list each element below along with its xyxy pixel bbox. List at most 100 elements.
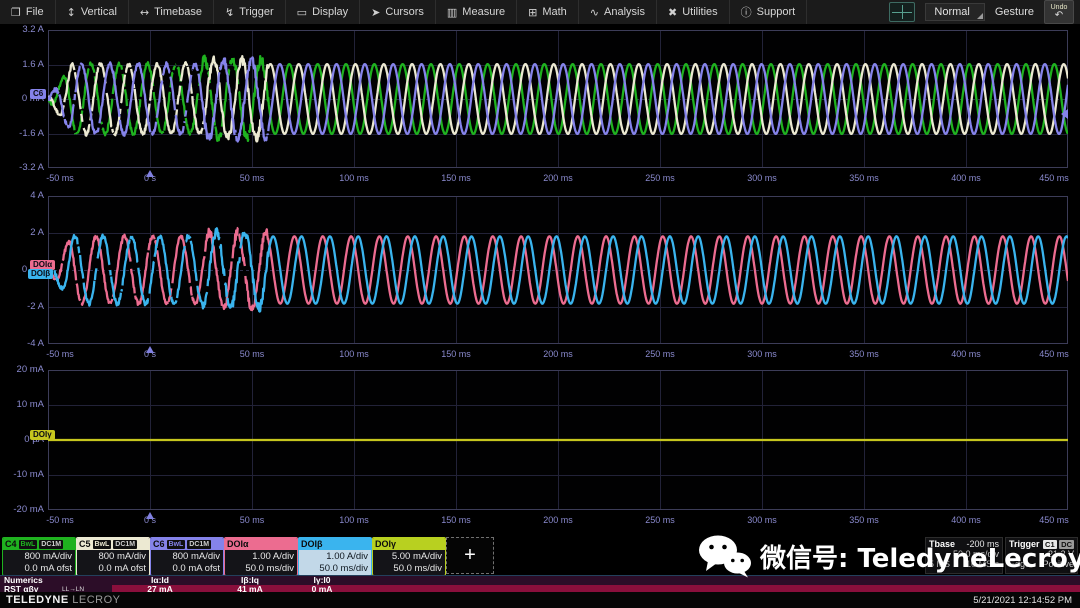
gesture-button[interactable]: Gesture [995, 6, 1034, 18]
channel-name: C5 [79, 539, 91, 549]
tbase-samples: 5 MS [929, 559, 950, 569]
x-axis-label: 150 ms [441, 349, 471, 359]
channel-descriptor-DOIα[interactable]: DOIα 1.00 A/div50.0 ms/div [224, 537, 298, 576]
trigger-icon: ↯ [225, 6, 234, 19]
descriptor-header: C4BwLDC1M [3, 538, 75, 550]
descriptor-values: 1.00 A/div50.0 ms/div [299, 550, 371, 575]
y-axis-label: 10 mA [0, 400, 44, 410]
menu-item-label: Analysis [604, 6, 645, 18]
trigger-time-marker[interactable] [146, 512, 154, 519]
x-axis-label: 450 ms [1039, 515, 1069, 525]
descriptor-values: 800 mA/div0.0 mA ofst [151, 550, 223, 575]
waveform-svg [48, 370, 1068, 510]
menu-item-support[interactable]: ⓘSupport [730, 0, 808, 24]
analysis-icon: ∿ [590, 6, 599, 19]
trigger-level: 21.2 V [1048, 549, 1074, 559]
wechat-icon [698, 534, 752, 578]
scale-per-div: 1.00 A/div [299, 551, 368, 563]
display-mode-dropdown[interactable]: Normal [925, 3, 984, 21]
zero-level-badge-DOIβ[interactable]: DOIβ [28, 269, 53, 279]
menu-item-utilities[interactable]: ✖ Utilities [657, 0, 730, 24]
descriptor-header: DOIβ [299, 538, 371, 550]
channel-descriptor-C6[interactable]: C6BwLDC1M800 mA/div0.0 mA ofst [150, 537, 224, 576]
descriptor-values: 5.00 mA/div50.0 ms/div [373, 550, 445, 575]
menu-item-measure[interactable]: ▥Measure [436, 0, 517, 24]
x-axis-label: 200 ms [543, 173, 573, 183]
grid-layout-icon[interactable] [889, 2, 915, 22]
menu-item-label: Trigger [239, 6, 273, 18]
scale-per-div: 800 mA/div [3, 551, 72, 563]
offset-or-timebase: 0.0 mA ofst [151, 563, 220, 575]
scale-per-div: 1.00 A/div [225, 551, 294, 563]
tbase-label: Tbase [929, 539, 955, 549]
datetime-display: 5/21/2021 12:14:52 PM [973, 595, 1072, 606]
x-axis-label: 300 ms [747, 349, 777, 359]
menu-item-label: Utilities [682, 6, 717, 18]
menu-item-trigger[interactable]: ↯ Trigger [214, 0, 286, 24]
x-axis-label: 100 ms [339, 515, 369, 525]
grid-3-zero-sequence-current[interactable] [48, 370, 1068, 510]
brand-light: LECROY [72, 594, 120, 606]
zero-level-badge-C6[interactable]: C6 [30, 89, 46, 99]
trigger-time-marker[interactable] [146, 346, 154, 353]
trigger-type: Edge [1009, 559, 1030, 569]
grid-1-phase-currents-RST[interactable] [48, 30, 1068, 168]
descriptor-header: C6BwLDC1M [151, 538, 223, 550]
cursors-icon: ➤ [371, 6, 380, 19]
scale-per-div: 5.00 mA/div [373, 551, 442, 563]
utilities-icon: ✖ [668, 6, 677, 19]
math-icon: ⊞ [528, 6, 537, 19]
scale-per-div: 800 mA/div [151, 551, 220, 563]
channel-name: DOIα [227, 539, 249, 549]
trigger-summary-box[interactable]: TriggerC1 DC21.2 VEdgePositive [1005, 537, 1078, 574]
bandwidth-limit-badge: BwL [167, 540, 186, 549]
channel-descriptor-DOIγ[interactable]: DOIγ5.00 mA/div50.0 ms/div [372, 537, 446, 576]
x-axis-label: 250 ms [645, 173, 675, 183]
menu-item-vertical[interactable]: ↕Vertical [56, 0, 129, 24]
x-axis-label: 100 ms [339, 349, 369, 359]
channel-descriptor-C4[interactable]: C4BwLDC1M800 mA/div0.0 mA ofst [2, 537, 76, 576]
timebase-summary-box[interactable]: Tbase-200 ms50.0 ms/div5 MS10 MS/s [925, 537, 1003, 574]
menu-item-timebase[interactable]: ↔Timebase [129, 0, 214, 24]
channel-descriptor-DOIβ[interactable]: DOIβ1.00 A/div50.0 ms/div [298, 537, 372, 576]
offset-or-timebase: 50.0 ms/div [225, 563, 294, 575]
menu-item-label: Cursors [385, 6, 424, 18]
x-axis-label: 350 ms [849, 173, 879, 183]
offset-or-timebase: 50.0 ms/div [373, 563, 442, 575]
menu-item-display[interactable]: ▭Display [286, 0, 360, 24]
teledyne-lecroy-logo: TELEDYNE LECROY [6, 594, 121, 606]
numerics-table[interactable]: Numerics Iα:IdIβ:IqIγ:I0 RST αβγ LL→LN 2… [0, 575, 1080, 593]
channel-descriptor-C5[interactable]: C5BwLDC1M800 mA/div0.0 mA ofst [76, 537, 150, 576]
vertical-icon: ↕ [67, 6, 76, 19]
undo-button[interactable]: Undo ↶ [1044, 0, 1074, 24]
menu-item-label: Math [542, 6, 566, 18]
tbase-scale: 50.0 ms/div [953, 549, 999, 559]
y-axis-label: 20 mA [0, 365, 44, 375]
menu-item-math[interactable]: ⊞ Math [517, 0, 579, 24]
y-axis-label: -10 mA [0, 470, 44, 480]
trigger-time-marker[interactable] [146, 170, 154, 177]
x-axis-label: 400 ms [951, 515, 981, 525]
trigger-coupling-badge: DC [1059, 540, 1074, 549]
channel-name: DOIβ [301, 539, 323, 549]
grid-2-clarke-currents-alpha-beta[interactable] [48, 196, 1068, 344]
x-axis-label: 400 ms [951, 173, 981, 183]
trigger-label: Trigger [1009, 539, 1040, 549]
x-axis-label: 200 ms [543, 349, 573, 359]
menu-item-cursors[interactable]: ➤ Cursors [360, 0, 436, 24]
zero-level-badge-DOIγ[interactable]: DOIγ [30, 430, 55, 440]
channel-name: DOIγ [375, 539, 396, 549]
menu-bar: ❐File↕Vertical↔Timebase↯Trigger▭Display➤… [0, 0, 1080, 25]
offset-or-timebase: 50.0 ms/div [299, 563, 368, 575]
trigger-slope: Positive [1042, 559, 1074, 569]
menu-item-analysis[interactable]: ∿ Analysis [579, 0, 657, 24]
bandwidth-limit-badge: BwL [19, 540, 38, 549]
brand-bold: TELEDYNE [6, 594, 69, 606]
c6-trigger-level-marker[interactable] [1061, 109, 1068, 119]
display-icon: ▭ [297, 6, 307, 19]
menu-item-file[interactable]: ❐File [0, 0, 56, 24]
x-axis-row: -50 ms0 s50 ms100 ms150 ms200 ms250 ms30… [0, 512, 1080, 528]
descriptor-header: DOIγ [373, 538, 445, 550]
descriptor-values: 800 mA/div0.0 mA ofst [3, 550, 75, 575]
add-trace-button[interactable]: + [446, 537, 494, 574]
